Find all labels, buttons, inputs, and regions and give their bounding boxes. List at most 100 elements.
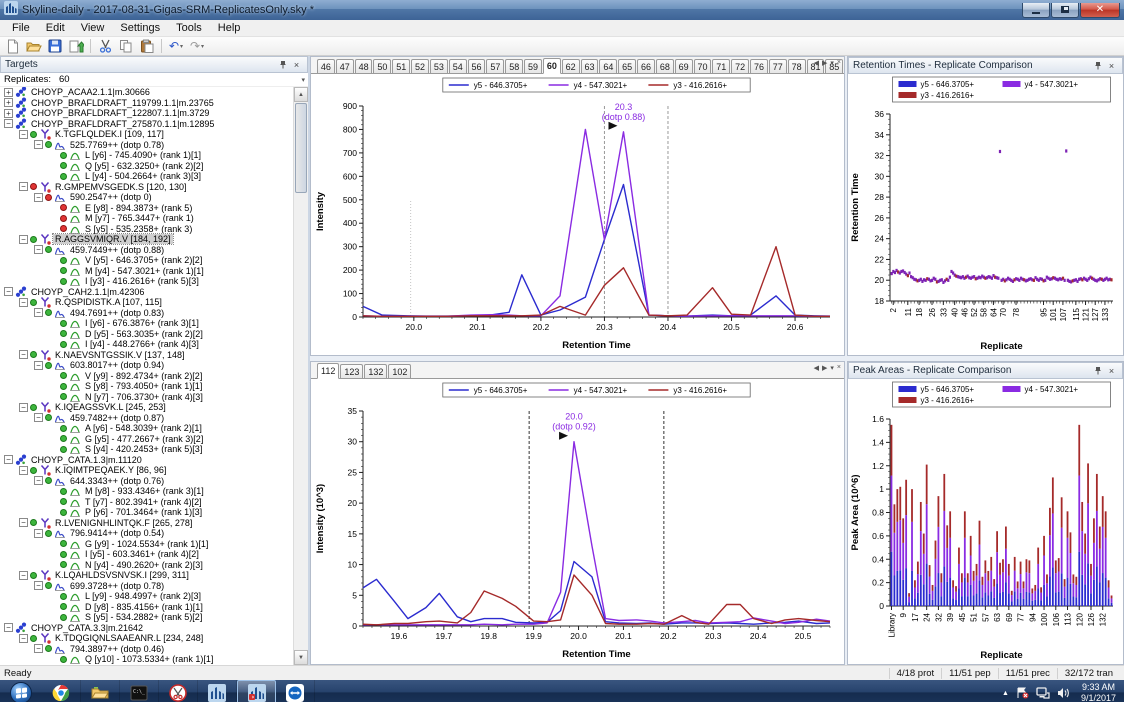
replicate-tab-72[interactable]: 72 bbox=[731, 59, 750, 73]
transition-row[interactable]: G [y9] - 1024.5534+ (rank 1)[1] bbox=[0, 539, 293, 550]
pin-icon[interactable] bbox=[1092, 59, 1105, 72]
peptide-row[interactable]: − R.QSPIDISTK.A [107, 115] bbox=[0, 297, 293, 308]
taskbar-teamviewer-button[interactable] bbox=[276, 680, 315, 702]
retention-times-chart[interactable]: 182022242628303234362 11 18 26 33 40 46 52 58 64 7… bbox=[848, 74, 1123, 355]
expand-toggle[interactable]: + bbox=[4, 98, 13, 108]
menu-tools[interactable]: Tools bbox=[168, 21, 210, 35]
replicate-tab-50[interactable]: 50 bbox=[373, 59, 392, 73]
replicate-tab-132[interactable]: 132 bbox=[364, 364, 388, 378]
transition-row[interactable]: I [y6] - 676.3876+ (rank 3)[1] bbox=[0, 318, 293, 329]
expand-toggle[interactable]: − bbox=[19, 402, 28, 412]
replicate-tab-77[interactable]: 77 bbox=[768, 59, 787, 73]
expand-toggle[interactable]: − bbox=[19, 234, 28, 244]
expand-toggle[interactable]: − bbox=[19, 570, 28, 580]
replicate-tab-70[interactable]: 70 bbox=[693, 59, 712, 73]
precursor-row[interactable]: − 459.7482++ (dotp 0.87) bbox=[0, 413, 293, 424]
peptide-row[interactable]: − K.TGFLQLDEK.I [109, 117] bbox=[0, 129, 293, 140]
transition-row[interactable]: L [y6] - 745.4090+ (rank 1)[1] bbox=[0, 150, 293, 161]
replicate-tab-57[interactable]: 57 bbox=[486, 59, 505, 73]
taskbar-snipping-tool-button[interactable] bbox=[159, 680, 198, 702]
taskbar-file-explorer-button[interactable] bbox=[81, 680, 120, 702]
replicate-tab-68[interactable]: 68 bbox=[655, 59, 674, 73]
transition-row[interactable]: V [y9] - 892.4734+ (rank 2)[2] bbox=[0, 371, 293, 382]
pin-icon[interactable] bbox=[277, 58, 290, 71]
paste-icon[interactable] bbox=[137, 38, 157, 55]
new-document-icon[interactable] bbox=[3, 38, 23, 55]
transition-row[interactable]: I [y5] - 603.3461+ (rank 4)[2] bbox=[0, 549, 293, 560]
expand-toggle[interactable]: − bbox=[34, 644, 43, 654]
taskbar-skyline-button[interactable] bbox=[198, 680, 237, 702]
menu-edit[interactable]: Edit bbox=[38, 21, 73, 35]
transition-row[interactable]: T [y7] - 802.3941+ (rank 4)[2] bbox=[0, 497, 293, 508]
replicate-tab-53[interactable]: 53 bbox=[429, 59, 448, 73]
transition-row[interactable]: G [y5] - 477.2667+ (rank 3)[2] bbox=[0, 434, 293, 445]
expand-toggle[interactable]: + bbox=[4, 87, 13, 97]
targets-scrollbar[interactable]: ▲ ▼ bbox=[293, 87, 308, 665]
replicate-tab-112[interactable]: 112 bbox=[317, 363, 340, 379]
precursor-row[interactable]: − 590.2547++ (dotp 0) bbox=[0, 192, 293, 203]
precursor-row[interactable]: − 494.7691++ (dotp 0.83) bbox=[0, 308, 293, 319]
precursor-row[interactable]: − 796.9414++ (dotp 0.54) bbox=[0, 528, 293, 539]
save-file-icon[interactable] bbox=[45, 38, 65, 55]
expand-toggle[interactable]: − bbox=[19, 297, 28, 307]
menu-settings[interactable]: Settings bbox=[112, 21, 168, 35]
expand-toggle[interactable]: − bbox=[19, 182, 28, 192]
taskbar-chrome-button[interactable] bbox=[42, 680, 81, 702]
close-panel-icon[interactable]: × bbox=[290, 58, 303, 71]
replicate-tab-66[interactable]: 66 bbox=[637, 59, 655, 73]
close-panel-icon[interactable]: × bbox=[1105, 59, 1118, 72]
replicate-tab-52[interactable]: 52 bbox=[411, 59, 429, 73]
publish-document-icon[interactable] bbox=[66, 38, 86, 55]
chromatogram-bottom-chart[interactable]: 19.6 19.7 19.8 19.9 20.0 20.1 20.2 20.3 20.4 20.5… bbox=[311, 379, 844, 664]
peptide-row[interactable]: − K.IQEAGSSVK.L [245, 253] bbox=[0, 402, 293, 413]
expand-toggle[interactable]: − bbox=[4, 623, 13, 633]
replicate-tab-123[interactable]: 123 bbox=[340, 364, 364, 378]
expand-toggle[interactable]: + bbox=[4, 108, 13, 118]
tab-close-icon[interactable]: × bbox=[837, 59, 841, 67]
expand-toggle[interactable]: − bbox=[4, 287, 13, 297]
replicate-tab-54[interactable]: 54 bbox=[448, 59, 467, 73]
taskbar-command-prompt-button[interactable]: C:\_ bbox=[120, 680, 159, 702]
replicate-tab-56[interactable]: 56 bbox=[467, 59, 486, 73]
menu-view[interactable]: View bbox=[73, 21, 113, 35]
expand-toggle[interactable]: − bbox=[34, 528, 43, 538]
peptide-row[interactable]: − K.TDQGIQNLSAAEANR.L [234, 248] bbox=[0, 633, 293, 644]
replicate-tab-47[interactable]: 47 bbox=[335, 59, 354, 73]
precursor-row[interactable]: − 525.7769++ (dotp 0.78) bbox=[0, 140, 293, 151]
replicate-tab-62[interactable]: 62 bbox=[561, 59, 580, 73]
expand-toggle[interactable]: − bbox=[19, 465, 28, 475]
tab-scroll-right-icon[interactable]: ▶ bbox=[822, 59, 827, 67]
replicate-tab-76[interactable]: 76 bbox=[750, 59, 768, 73]
expand-toggle[interactable]: − bbox=[19, 129, 28, 139]
expand-toggle[interactable]: − bbox=[34, 581, 43, 591]
cut-icon[interactable] bbox=[95, 38, 115, 55]
transition-row[interactable]: S [y5] - 534.2882+ (rank 5)[2] bbox=[0, 612, 293, 623]
expand-toggle[interactable]: − bbox=[19, 350, 28, 360]
transition-row[interactable]: I [y3] - 416.2616+ (rank 5)[3] bbox=[0, 276, 293, 287]
expand-toggle[interactable]: − bbox=[34, 360, 43, 370]
expand-toggle[interactable]: − bbox=[34, 192, 43, 202]
replicate-tab-46[interactable]: 46 bbox=[317, 59, 335, 73]
redo-icon[interactable]: ↷ ▾ bbox=[187, 38, 207, 55]
peptide-row[interactable]: − K.LQAHLDSVSNVSK.I [299, 311] bbox=[0, 570, 293, 581]
network-icon[interactable] bbox=[1036, 687, 1050, 699]
precursor-row[interactable]: − 459.7449++ (dotp 0.88) bbox=[0, 245, 293, 256]
close-button[interactable]: ✕ bbox=[1080, 2, 1120, 18]
transition-row[interactable]: L [y9] - 948.4997+ (rank 2)[3] bbox=[0, 591, 293, 602]
menu-help[interactable]: Help bbox=[210, 21, 249, 35]
peptide-row[interactable]: − K.IQIMTPEQAEK.Y [86, 96] bbox=[0, 465, 293, 476]
peptide-row[interactable]: − K.NAEVSNTGSSIK.V [137, 148] bbox=[0, 350, 293, 361]
replicate-tab-64[interactable]: 64 bbox=[599, 59, 618, 73]
peptide-row[interactable]: − R.GMPEMVSGEDK.S [120, 130] bbox=[0, 182, 293, 193]
tray-expand-icon[interactable]: ▲ bbox=[1002, 690, 1009, 697]
tab-scroll-right-icon[interactable]: ▶ bbox=[822, 364, 827, 372]
replicate-tab-78[interactable]: 78 bbox=[787, 59, 806, 73]
transition-row[interactable]: M [y7] - 765.3447+ (rank 1) bbox=[0, 213, 293, 224]
protein-row[interactable]: + CHOYP_ACAA2.1.1|m.30666 bbox=[0, 87, 293, 98]
tab-scroll-left-icon[interactable]: ◀ bbox=[814, 364, 819, 372]
replicate-tab-60[interactable]: 60 bbox=[542, 58, 561, 74]
start-button[interactable] bbox=[0, 680, 42, 702]
transition-row[interactable]: M [y8] - 933.4346+ (rank 3)[1] bbox=[0, 486, 293, 497]
expand-toggle[interactable]: − bbox=[19, 518, 28, 528]
expand-toggle[interactable]: − bbox=[4, 455, 13, 465]
